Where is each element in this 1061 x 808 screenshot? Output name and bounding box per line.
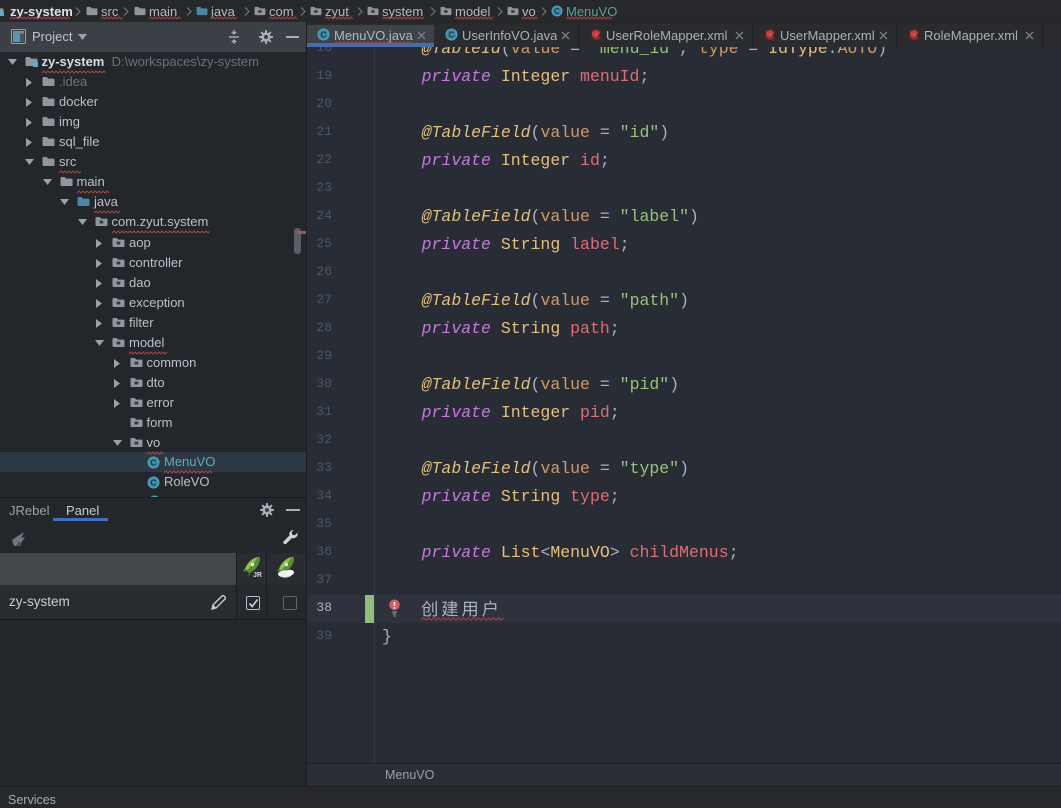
- svg-text:C: C: [150, 477, 156, 487]
- svg-text:C: C: [150, 457, 156, 467]
- svg-text:C: C: [554, 7, 560, 16]
- svg-text:JR: JR: [253, 572, 262, 578]
- svg-text:C: C: [448, 30, 454, 40]
- svg-text:C: C: [320, 30, 326, 40]
